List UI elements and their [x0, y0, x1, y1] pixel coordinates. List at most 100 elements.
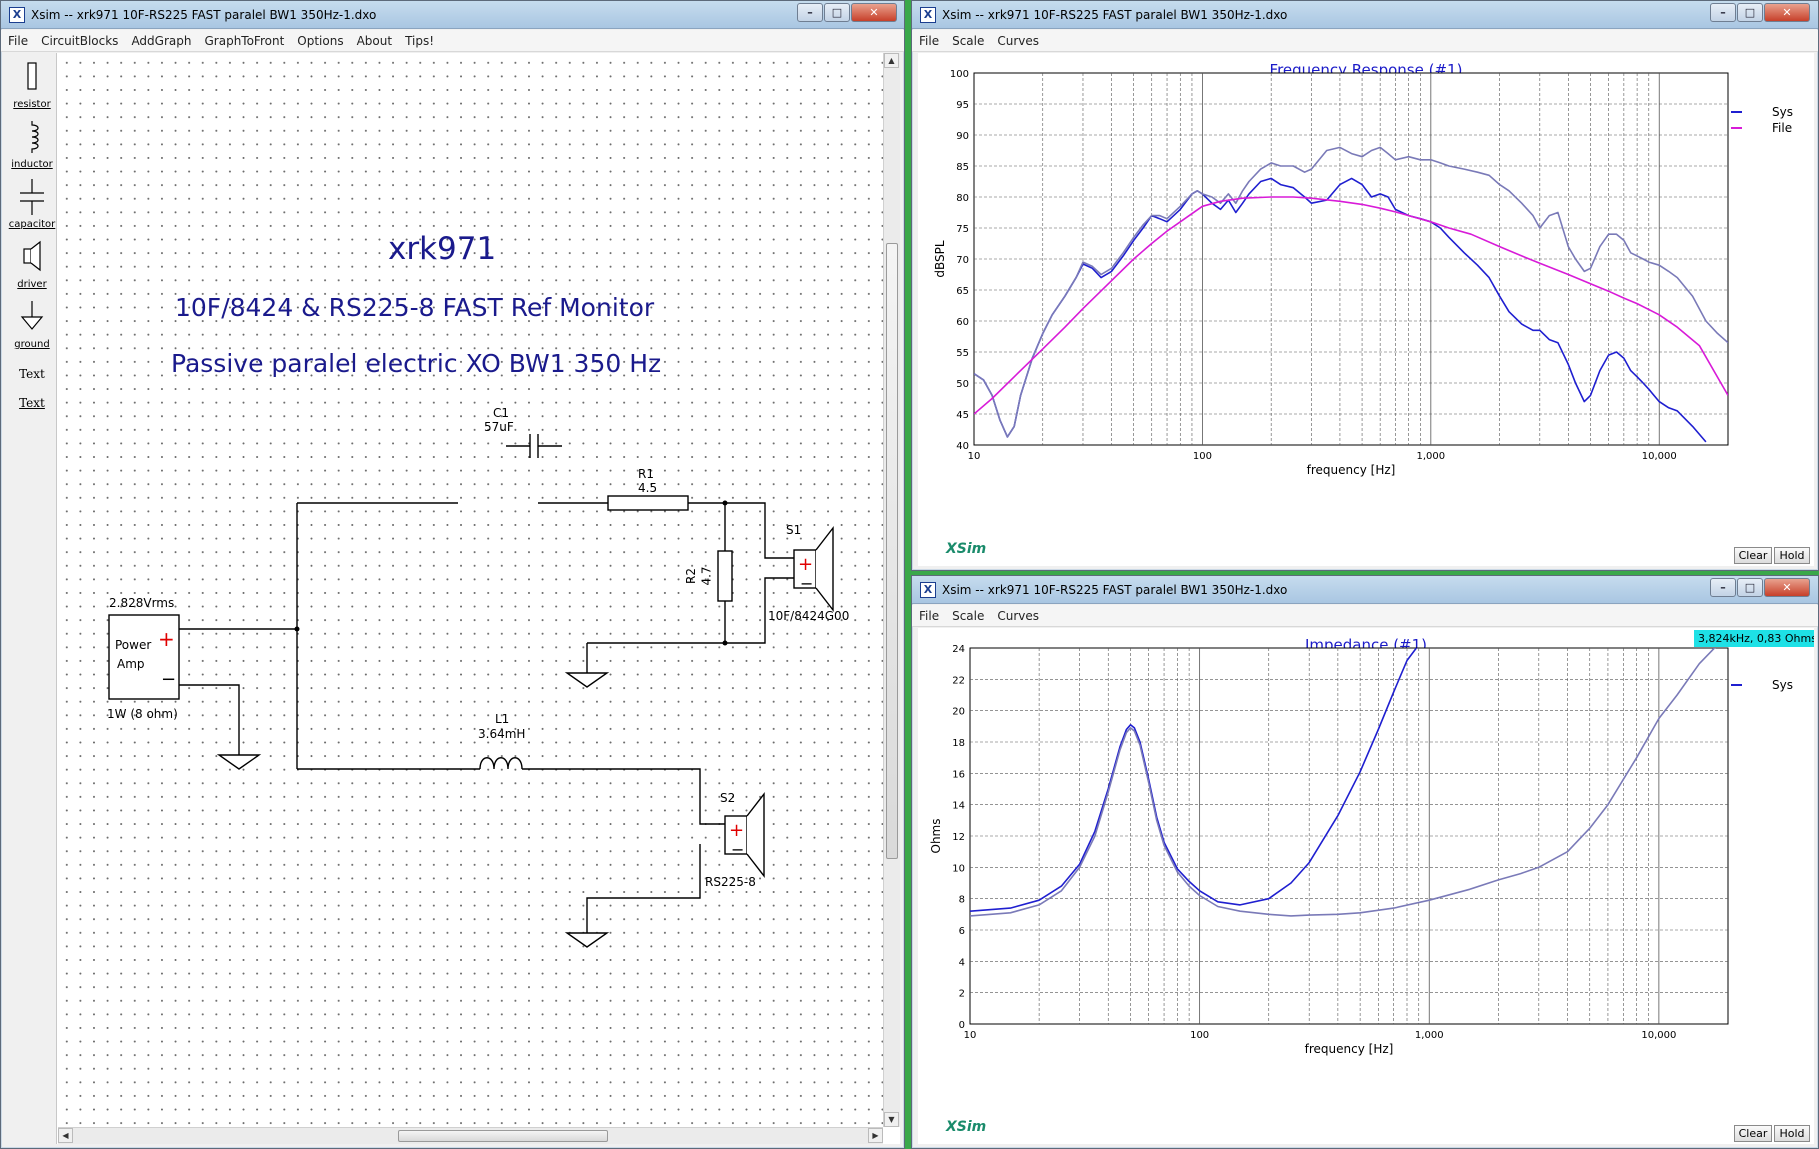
maximize-button[interactable]: □	[1737, 578, 1763, 597]
menu-curves[interactable]: Curves	[990, 30, 1045, 48]
impedance-window: X Xsim -- xrk971 10F-RS225 FAST paralel …	[911, 575, 1819, 1149]
plot-area	[969, 647, 1729, 1025]
freq-legend-file: File	[1772, 121, 1793, 135]
tool-resistor[interactable]: resistor	[7, 59, 57, 110]
schematic-client: resistor inductor capacitor driver groun…	[7, 53, 900, 1144]
c1-name: C1	[493, 406, 510, 420]
y-tick-label: 14	[952, 801, 965, 812]
schematic-window-title: Xsim -- xrk971 10F-RS225 FAST paralel BW…	[31, 8, 377, 22]
impedance-menubar: File Scale Curves	[912, 605, 1818, 627]
schematic-vertical-scrollbar[interactable]: ▲ ▼	[883, 53, 900, 1127]
tool-capacitor[interactable]: capacitor	[7, 179, 57, 230]
svg-text:−: −	[161, 669, 176, 690]
y-tick-label: 55	[956, 348, 969, 359]
svg-text:−: −	[731, 840, 744, 859]
app-icon: X	[920, 7, 936, 23]
menu-tips[interactable]: Tips!	[398, 30, 440, 48]
y-tick-label: 95	[956, 100, 969, 111]
menu-scale[interactable]: Scale	[945, 30, 990, 48]
c1-value: 57uF	[484, 420, 514, 434]
scroll-down-arrow[interactable]: ▼	[884, 1112, 899, 1127]
x-tick-label: 10,000	[1641, 1030, 1676, 1041]
minimize-button[interactable]: –	[1710, 578, 1736, 597]
y-tick-label: 80	[956, 193, 969, 204]
tool-driver[interactable]: driver	[7, 239, 57, 290]
tool-text-underlined-label: Text	[19, 396, 45, 410]
inductor-icon	[31, 121, 39, 153]
frequency-titlebar[interactable]: X Xsim -- xrk971 10F-RS225 FAST paralel …	[912, 1, 1818, 29]
component-toolbox: resistor inductor capacitor driver groun…	[7, 53, 57, 1144]
schematic-canvas[interactable]: xrk971 10F/8424 & RS225-8 FAST Ref Monit…	[58, 53, 883, 1127]
s1-model: 10F/8424G00	[768, 609, 850, 623]
y-tick-label: 12	[952, 832, 965, 843]
minimize-button[interactable]: –	[797, 3, 823, 22]
s1-cone	[815, 525, 834, 613]
menu-file[interactable]: File	[912, 605, 945, 623]
impedance-titlebar[interactable]: X Xsim -- xrk971 10F-RS225 FAST paralel …	[912, 576, 1818, 604]
svg-text:+: +	[798, 554, 813, 575]
y-tick-label: 65	[956, 286, 969, 297]
s2-model: RS225-8	[705, 875, 756, 889]
y-tick-label: 18	[952, 738, 965, 749]
menu-graphtofront[interactable]: GraphToFront	[197, 30, 290, 48]
tool-text-underlined[interactable]: Text	[7, 396, 57, 410]
y-tick-label: 8	[959, 895, 965, 906]
svg-text:+: +	[729, 820, 744, 841]
x-tick-label: 10	[968, 451, 981, 462]
menu-circuitblocks[interactable]: CircuitBlocks	[34, 30, 124, 48]
scroll-up-arrow[interactable]: ▲	[884, 53, 899, 68]
scroll-right-arrow[interactable]: ▶	[868, 1128, 883, 1143]
tool-text[interactable]: Text	[7, 367, 57, 381]
tool-ground[interactable]: ground	[7, 299, 57, 350]
menu-about[interactable]: About	[350, 30, 398, 48]
frequency-client: Frequency Response (#1) 40 45 50 55 60 65 70 75…	[918, 53, 1814, 566]
resistor-icon	[27, 62, 37, 90]
close-button[interactable]: ✕	[1764, 3, 1810, 22]
amp-name-line2: Amp	[117, 657, 145, 671]
x-tick-label: 100	[1193, 451, 1212, 462]
x-tick-label: 1,000	[1415, 1030, 1444, 1041]
y-axis-label: dBSPL	[933, 240, 947, 277]
hold-button[interactable]: Hold	[1774, 1125, 1810, 1142]
x-tick-label: 10,000	[1642, 451, 1677, 462]
schematic-window: X Xsim -- xrk971 10F-RS225 FAST paralel …	[0, 0, 905, 1149]
speaker-icon	[23, 240, 41, 272]
clear-button[interactable]: Clear	[1734, 1125, 1772, 1142]
clear-button[interactable]: Clear	[1734, 547, 1772, 564]
y-tick-label: 50	[956, 379, 969, 390]
y-tick-label: 70	[956, 255, 969, 266]
close-button[interactable]: ✕	[851, 3, 897, 22]
x-axis-label: frequency [Hz]	[1305, 1042, 1394, 1056]
impedance-chart[interactable]: 02468101214161820222410 100 1,000 10,000fre…	[918, 628, 1814, 1144]
y-tick-label: 10	[952, 863, 965, 874]
menu-addgraph[interactable]: AddGraph	[124, 30, 197, 48]
menu-file[interactable]: File	[1, 30, 34, 48]
schematic-titlebar[interactable]: X Xsim -- xrk971 10F-RS225 FAST paralel …	[1, 1, 904, 29]
minimize-button[interactable]: –	[1710, 3, 1736, 22]
maximize-button[interactable]: □	[1737, 3, 1763, 22]
y-tick-label: 2	[959, 989, 965, 1000]
r1-name: R1	[638, 467, 654, 481]
menu-file[interactable]: File	[912, 30, 945, 48]
xsim-logo: XSim	[946, 1119, 987, 1135]
ground-s2	[564, 932, 610, 948]
horizontal-scroll-thumb[interactable]	[398, 1130, 608, 1142]
menu-curves[interactable]: Curves	[990, 605, 1045, 623]
frequency-response-chart[interactable]: 40455055606570758085909510010 100 1,000 10,…	[918, 53, 1814, 566]
tool-driver-label: driver	[17, 279, 47, 290]
menu-options[interactable]: Options	[290, 30, 349, 48]
tool-inductor[interactable]: inductor	[7, 119, 57, 170]
impedance-window-title: Xsim -- xrk971 10F-RS225 FAST paralel BW…	[942, 583, 1288, 597]
l1-name: L1	[495, 712, 510, 726]
y-tick-label: 85	[956, 162, 969, 173]
frequency-window-title: Xsim -- xrk971 10F-RS225 FAST paralel BW…	[942, 8, 1288, 22]
scroll-left-arrow[interactable]: ◀	[58, 1128, 73, 1143]
menu-scale[interactable]: Scale	[945, 605, 990, 623]
maximize-button[interactable]: □	[824, 3, 850, 22]
y-tick-label: 75	[956, 224, 969, 235]
hold-button[interactable]: Hold	[1774, 547, 1810, 564]
schematic-horizontal-scrollbar[interactable]: ◀ ▶	[58, 1127, 883, 1144]
close-button[interactable]: ✕	[1764, 578, 1810, 597]
vertical-scroll-thumb[interactable]	[886, 243, 898, 859]
y-tick-label: 4	[959, 957, 965, 968]
